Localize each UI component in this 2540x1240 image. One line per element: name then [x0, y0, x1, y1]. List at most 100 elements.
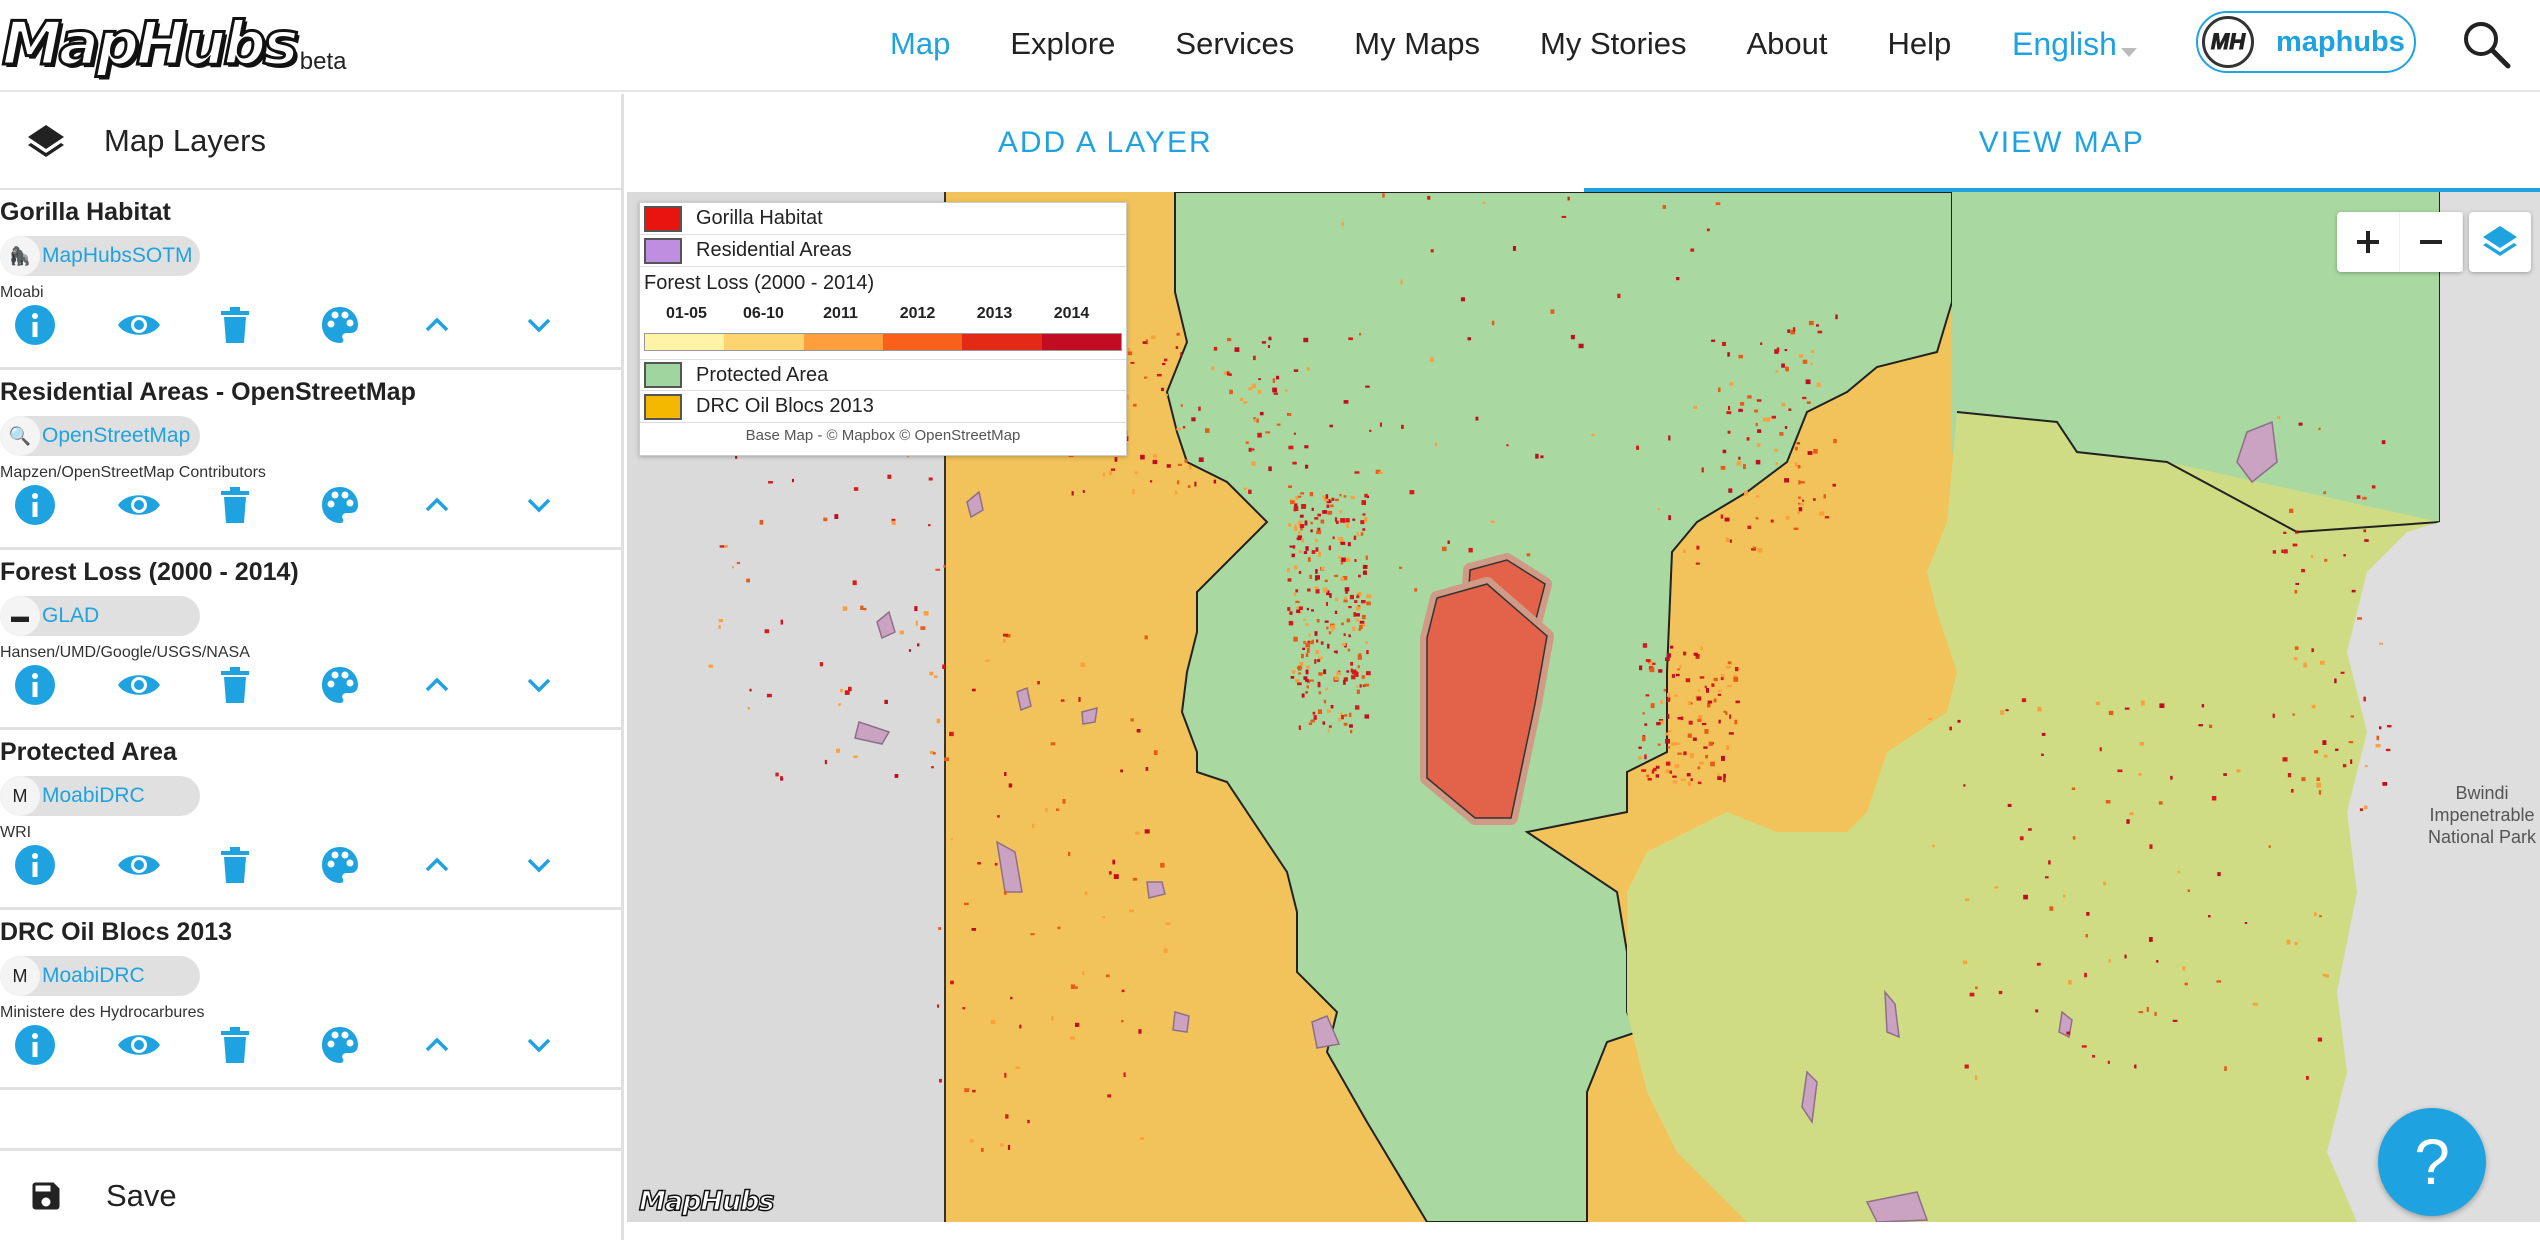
- language-selector[interactable]: English: [2012, 22, 2137, 66]
- info-button[interactable]: [14, 302, 116, 352]
- visibility-button[interactable]: [116, 1022, 218, 1072]
- layer-actions: [14, 302, 626, 352]
- visibility-button[interactable]: [116, 482, 218, 532]
- palette-icon: [320, 1025, 360, 1070]
- tab-add-a-layer[interactable]: ADD A LAYER: [627, 94, 1584, 192]
- map-canvas[interactable]: Gorilla Habitat Residential Areas Forest…: [627, 192, 2540, 1222]
- nav-services[interactable]: Services: [1145, 22, 1324, 66]
- info-button[interactable]: [14, 662, 116, 712]
- delete-button[interactable]: [218, 482, 320, 532]
- info-button[interactable]: [14, 842, 116, 892]
- map-watermark-logo: MapHubs: [638, 1185, 775, 1218]
- zoom-out-button[interactable]: [2400, 212, 2463, 272]
- nav-explore[interactable]: Explore: [980, 22, 1145, 66]
- zoom-in-button[interactable]: [2337, 212, 2400, 272]
- user-name: maphubs: [2276, 25, 2405, 58]
- nav-about[interactable]: About: [1716, 22, 1857, 66]
- legend-ramp-step: [724, 334, 804, 350]
- info-icon: [14, 844, 56, 891]
- visibility-button[interactable]: [116, 842, 218, 892]
- view-tabs: ADD A LAYER VIEW MAP: [627, 94, 2540, 192]
- trash-icon: [218, 845, 252, 890]
- layer-actions: [14, 1022, 626, 1072]
- trash-icon: [218, 305, 252, 350]
- legend-ramp-step: [1041, 334, 1121, 350]
- owner-label: MoabiDRC: [42, 964, 145, 987]
- info-button[interactable]: [14, 1022, 116, 1072]
- tab-view-map[interactable]: VIEW MAP: [1583, 94, 2540, 192]
- sidebar-title: Map Layers: [104, 123, 266, 158]
- layer-source: Moabi: [0, 284, 44, 301]
- map-layers-sidebar: Map Layers Gorilla Habitat 🦍 MapHubsSOTM Mo…: [0, 94, 624, 1240]
- eye-icon: [116, 309, 162, 346]
- layers-icon: [2483, 226, 2517, 256]
- legend-item: Residential Areas: [640, 235, 1126, 267]
- move-down-button[interactable]: [524, 482, 626, 532]
- move-up-button[interactable]: [422, 302, 524, 352]
- move-up-button[interactable]: [422, 1022, 524, 1072]
- layer-item: Protected Area M MoabiDRC WRI: [0, 730, 621, 910]
- map-place-label: Bwindi Impenetrable National Park: [2427, 783, 2537, 847]
- move-down-button[interactable]: [524, 1022, 626, 1072]
- help-button[interactable]: ?: [2378, 1108, 2486, 1216]
- chevron-down-icon: [524, 850, 554, 885]
- nav-map[interactable]: Map: [860, 22, 980, 66]
- layer-owner-chip[interactable]: M MoabiDRC: [0, 776, 200, 816]
- delete-button[interactable]: [218, 1022, 320, 1072]
- layer-owner-chip[interactable]: 🦍 MapHubsSOTM: [0, 236, 200, 276]
- nav-help[interactable]: Help: [1857, 22, 1981, 66]
- style-button[interactable]: [320, 302, 422, 352]
- delete-button[interactable]: [218, 662, 320, 712]
- maphubs-logo[interactable]: MapHubs beta: [1, 6, 347, 78]
- layer-owner-chip[interactable]: M MoabiDRC: [0, 956, 200, 996]
- visibility-button[interactable]: [116, 662, 218, 712]
- info-icon: [14, 304, 56, 351]
- owner-avatar: 🔍: [0, 416, 40, 456]
- layer-title: Protected Area: [0, 738, 177, 766]
- move-down-button[interactable]: [524, 662, 626, 712]
- legend-item: Gorilla Habitat: [640, 203, 1126, 235]
- chevron-down-icon: [524, 490, 554, 525]
- move-up-button[interactable]: [422, 662, 524, 712]
- legend-ramp-step: [962, 334, 1042, 350]
- nav-my-maps[interactable]: My Maps: [1324, 22, 1510, 66]
- style-button[interactable]: [320, 662, 422, 712]
- style-button[interactable]: [320, 1022, 422, 1072]
- legend-years: 01-05 06-10 2011 2012 2013 2014: [640, 299, 1126, 329]
- legend-ramp-step: [882, 334, 963, 350]
- legend-swatch-residential: [644, 237, 682, 264]
- layer-source: Hansen/UMD/Google/USGS/NASA: [0, 644, 250, 661]
- layer-item: Gorilla Habitat 🦍 MapHubsSOTM Moabi: [0, 190, 621, 370]
- search-icon[interactable]: [2460, 18, 2512, 70]
- layer-owner-chip[interactable]: ▬ GLAD: [0, 596, 200, 636]
- move-up-button[interactable]: [422, 842, 524, 892]
- eye-icon: [116, 669, 162, 706]
- move-up-button[interactable]: [422, 482, 524, 532]
- layer-source: WRI: [0, 824, 32, 841]
- user-account-button[interactable]: MH maphubs: [2196, 11, 2416, 73]
- move-down-button[interactable]: [524, 842, 626, 892]
- palette-icon: [320, 845, 360, 890]
- layer-item: Residential Areas - OpenStreetMap 🔍 OpenSt…: [0, 370, 621, 550]
- base-layers-button[interactable]: [2469, 212, 2531, 272]
- zoom-controls: [2337, 212, 2463, 272]
- legend-color-ramp: [644, 333, 1122, 351]
- move-down-button[interactable]: [524, 302, 626, 352]
- legend-forest-loss-title: Forest Loss (2000 - 2014): [644, 271, 875, 294]
- visibility-button[interactable]: [116, 302, 218, 352]
- legend-swatch-oil: [644, 393, 682, 420]
- layer-owner-chip[interactable]: 🔍 OpenStreetMap: [0, 416, 200, 456]
- legend-year: 01-05: [666, 305, 707, 322]
- style-button[interactable]: [320, 482, 422, 532]
- map-legend: Gorilla Habitat Residential Areas Forest…: [639, 202, 1127, 456]
- owner-label: MoabiDRC: [42, 784, 145, 807]
- legend-year: 2011: [823, 305, 858, 322]
- owner-label: GLAD: [42, 604, 100, 627]
- nav-my-stories[interactable]: My Stories: [1510, 22, 1716, 66]
- style-button[interactable]: [320, 842, 422, 892]
- save-button[interactable]: Save: [0, 1148, 621, 1240]
- delete-button[interactable]: [218, 302, 320, 352]
- palette-icon: [320, 305, 360, 350]
- delete-button[interactable]: [218, 842, 320, 892]
- info-button[interactable]: [14, 482, 116, 532]
